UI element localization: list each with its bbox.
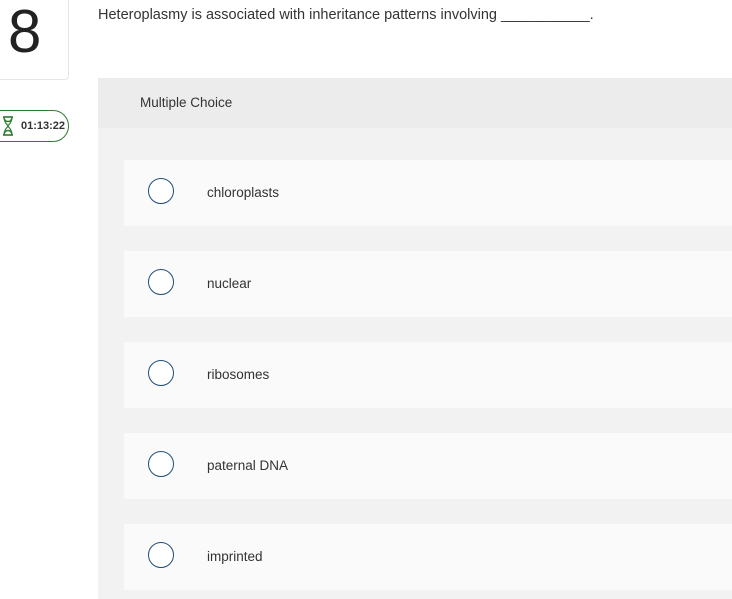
answer-option[interactable]: paternal DNA <box>124 433 732 499</box>
hourglass-icon <box>3 116 13 136</box>
radio-button[interactable] <box>148 451 174 477</box>
answer-option[interactable]: chloroplasts <box>124 160 732 226</box>
radio-button[interactable] <box>148 178 174 204</box>
answer-panel-header: Multiple Choice <box>98 78 732 128</box>
answer-panel: Multiple Choice chloroplasts nuclear rib… <box>98 78 732 599</box>
answer-option[interactable]: nuclear <box>124 251 732 317</box>
radio-button[interactable] <box>148 269 174 295</box>
radio-button[interactable] <box>148 542 174 568</box>
question-type-label: Multiple Choice <box>140 95 233 110</box>
answer-option-label: chloroplasts <box>207 185 280 200</box>
timer-value: 01:13:22 <box>21 120 66 132</box>
question-page: 8 01:13:22 Heteroplasmy is associated wi… <box>0 0 732 599</box>
question-number: 8 <box>8 0 42 65</box>
answer-option[interactable]: ribosomes <box>124 342 732 408</box>
answer-option-label: paternal DNA <box>207 458 289 473</box>
answer-option-label: imprinted <box>207 549 263 564</box>
question-prompt: Heteroplasmy is associated with inherita… <box>98 7 594 23</box>
radio-button[interactable] <box>148 360 174 386</box>
answer-option-label: ribosomes <box>207 367 270 382</box>
question-number-box: 8 <box>0 0 69 80</box>
answer-option[interactable]: imprinted <box>124 524 732 590</box>
answer-option-label: nuclear <box>207 276 252 291</box>
timer-badge[interactable]: 01:13:22 <box>0 110 69 142</box>
